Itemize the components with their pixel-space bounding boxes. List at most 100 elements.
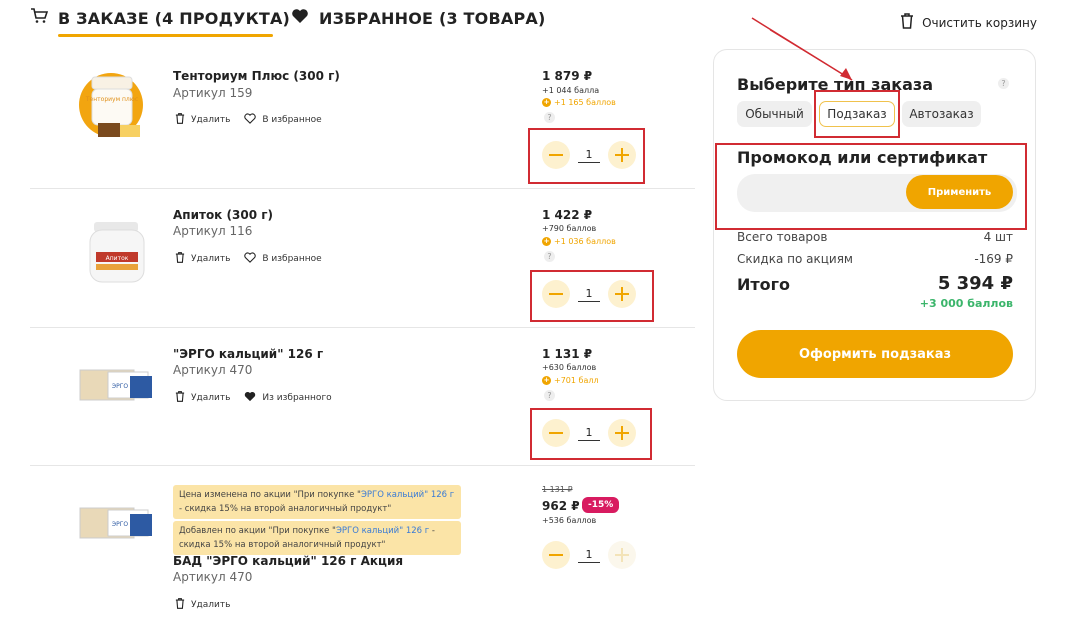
product-bonus: +1 044 балла — [542, 86, 600, 95]
clear-cart-label: Очистить корзину — [922, 15, 1037, 30]
quantity-input[interactable]: 1 — [578, 287, 600, 302]
discount-badge: -15% — [582, 497, 620, 513]
coin-icon: + — [542, 237, 551, 246]
svg-text:ЭРГО: ЭРГО — [112, 521, 128, 528]
quantity-input[interactable]: 1 — [578, 548, 600, 563]
increment-button[interactable] — [608, 419, 636, 447]
discount-label: Скидка по акциям — [737, 252, 853, 266]
delete-label: Удалить — [191, 115, 231, 125]
add-to-favorites-button[interactable]: В избранное — [244, 113, 322, 127]
product-image[interactable]: ЭРГО — [78, 502, 154, 546]
bonus-extra-label: +1 165 баллов — [554, 98, 616, 107]
product-image[interactable]: Тенториум плюс — [78, 67, 148, 151]
order-type-regular[interactable]: Обычный — [737, 101, 812, 127]
product-name[interactable]: БАД "ЭРГО кальций" 126 г Акция — [173, 554, 403, 568]
heart-outline-icon — [244, 113, 257, 127]
delete-button[interactable]: Удалить — [175, 598, 230, 612]
help-icon[interactable]: ? — [544, 251, 555, 262]
trash-icon — [175, 113, 185, 127]
quantity-input[interactable]: 1 — [578, 148, 600, 163]
add-to-favorites-button[interactable]: В избранное — [244, 252, 322, 266]
quantity-stepper[interactable]: 1 — [542, 541, 636, 569]
product-actions: Удалить — [175, 598, 230, 612]
coin-icon: + — [542, 98, 551, 107]
delete-label: Удалить — [191, 254, 231, 264]
total-items-value: 4 шт — [983, 230, 1013, 244]
trash-icon — [900, 13, 914, 32]
favorites-label: В избранное — [262, 254, 322, 264]
total-label: Итого — [737, 275, 791, 294]
coin-icon: + — [542, 376, 551, 385]
svg-text:Апиток: Апиток — [106, 255, 129, 262]
tab-in-order-label: В ЗАКАЗЕ (4 ПРОДУКТА) — [58, 8, 291, 28]
heart-outline-icon — [244, 252, 257, 266]
help-icon[interactable]: ? — [544, 390, 555, 401]
increment-button[interactable] — [608, 541, 636, 569]
promo-notice: Добавлен по акции "При покупке "ЭРГО кал… — [173, 521, 461, 555]
heart-icon — [291, 8, 309, 28]
total-items-label: Всего товаров — [737, 230, 828, 244]
product-price: 1 422 ₽ — [542, 208, 593, 222]
decrement-button[interactable] — [542, 541, 570, 569]
product-actions: Удалить В избранное — [175, 113, 322, 127]
total-bonus: +3 000 баллов — [919, 297, 1013, 310]
divider — [30, 327, 695, 328]
product-article: Артикул 159 — [173, 86, 253, 100]
cart-icon — [30, 8, 49, 28]
notice-text: - скидка 15% на второй аналогичный проду… — [179, 504, 392, 514]
svg-text:ЭРГО: ЭРГО — [112, 383, 128, 390]
quantity-stepper[interactable]: 1 — [542, 419, 636, 447]
product-name[interactable]: Тенториум Плюс (300 г) — [173, 69, 340, 83]
trash-icon — [175, 252, 185, 266]
decrement-button[interactable] — [542, 141, 570, 169]
checkout-button[interactable]: Оформить подзаказ — [737, 330, 1013, 378]
annotation-box — [715, 143, 1027, 230]
tab-favorites[interactable]: ИЗБРАННОЕ (3 ТОВАРА) — [291, 8, 545, 28]
annotation-arrow — [751, 17, 853, 81]
quantity-stepper[interactable]: 1 — [542, 280, 636, 308]
svg-text:Тенториум плюс: Тенториум плюс — [85, 96, 138, 103]
trash-icon — [175, 391, 185, 405]
quantity-stepper[interactable]: 1 — [542, 141, 636, 169]
favorites-label: Из избранного — [262, 393, 332, 403]
annotation-box — [814, 90, 900, 138]
total-value: 5 394 ₽ — [937, 273, 1013, 294]
delete-button[interactable]: Удалить — [175, 252, 230, 266]
divider — [30, 188, 695, 189]
delete-label: Удалить — [191, 600, 231, 610]
product-name[interactable]: Апиток (300 г) — [173, 208, 273, 222]
trash-icon — [175, 598, 185, 612]
delete-button[interactable]: Удалить — [175, 391, 230, 405]
quantity-input[interactable]: 1 — [578, 426, 600, 441]
help-icon[interactable]: ? — [998, 78, 1009, 89]
remove-from-favorites-button[interactable]: Из избранного — [244, 391, 332, 405]
tab-in-order[interactable]: В ЗАКАЗЕ (4 ПРОДУКТА) — [30, 8, 290, 28]
decrement-button[interactable] — [542, 280, 570, 308]
notice-link[interactable]: ЭРГО кальций" 126 г — [336, 526, 429, 536]
product-name[interactable]: "ЭРГО кальций" 126 г — [173, 347, 323, 361]
old-price: 1 131 ₽ — [542, 485, 573, 494]
product-image[interactable]: ЭРГО — [78, 364, 154, 408]
help-icon[interactable]: ? — [544, 112, 555, 123]
product-price: 962 ₽ — [542, 499, 580, 513]
clear-cart-button[interactable]: Очистить корзину — [900, 13, 1037, 32]
increment-button[interactable] — [608, 280, 636, 308]
promo-notice: Цена изменена по акции "При покупке "ЭРГ… — [173, 485, 461, 519]
notice-link[interactable]: ЭРГО кальций" 126 г — [361, 490, 454, 500]
tab-favorites-label: ИЗБРАННОЕ (3 ТОВАРА) — [319, 8, 546, 28]
product-bonus-extra: + +1 165 баллов — [542, 98, 616, 107]
product-bonus-extra: + +701 балл — [542, 376, 599, 385]
increment-button[interactable] — [608, 141, 636, 169]
order-type-auto[interactable]: Автозаказ — [902, 101, 981, 127]
product-image[interactable]: Апиток — [82, 218, 152, 292]
product-article: Артикул 470 — [173, 570, 253, 584]
product-price: 1 879 ₽ — [542, 69, 593, 83]
decrement-button[interactable] — [542, 419, 570, 447]
favorites-label: В избранное — [262, 115, 322, 125]
delete-button[interactable]: Удалить — [175, 113, 230, 127]
active-tab-indicator — [58, 34, 273, 37]
heart-filled-icon — [244, 391, 256, 405]
divider — [30, 465, 695, 466]
delete-label: Удалить — [191, 393, 231, 403]
product-article: Артикул 116 — [173, 224, 253, 238]
